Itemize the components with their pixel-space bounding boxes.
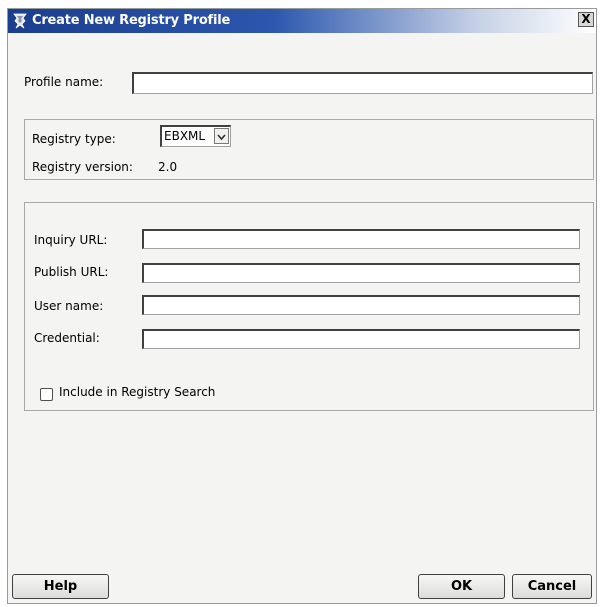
cancel-button[interactable]: Cancel (512, 574, 592, 599)
user-name-label: User name: (34, 299, 104, 313)
title-bar[interactable]: Create New Registry Profile X (8, 9, 596, 33)
dialog-title: Create New Registry Profile (32, 13, 231, 28)
publish-url-input[interactable] (142, 263, 580, 283)
inquiry-url-label: Inquiry URL: (34, 233, 108, 247)
help-button[interactable]: Help (12, 574, 109, 599)
close-icon: X (581, 12, 591, 26)
include-in-search-checkbox[interactable] (40, 388, 53, 401)
credential-input[interactable] (142, 329, 580, 349)
user-name-input[interactable] (142, 295, 580, 315)
registry-type-label: Registry type: (32, 132, 116, 146)
ok-button[interactable]: OK (418, 574, 505, 599)
dropdown-arrow-button[interactable] (214, 128, 229, 144)
profile-name-input[interactable] (132, 72, 593, 94)
credential-label: Credential: (34, 331, 100, 345)
include-in-search-label[interactable]: Include in Registry Search (59, 385, 215, 400)
registry-version-value: 2.0 (158, 160, 178, 174)
registry-type-select[interactable]: EBXML (160, 125, 231, 147)
inquiry-url-input[interactable] (142, 229, 580, 249)
publish-url-label: Publish URL: (34, 265, 109, 279)
registry-type-value: EBXML (164, 129, 206, 143)
profile-name-label: Profile name: (24, 75, 104, 89)
close-button[interactable]: X (578, 12, 594, 27)
chevron-down-icon (217, 134, 226, 141)
dialog-window: Create New Registry Profile X Profile na… (7, 8, 597, 604)
app-logo-icon (12, 13, 28, 29)
registry-version-label: Registry version: (32, 160, 133, 174)
